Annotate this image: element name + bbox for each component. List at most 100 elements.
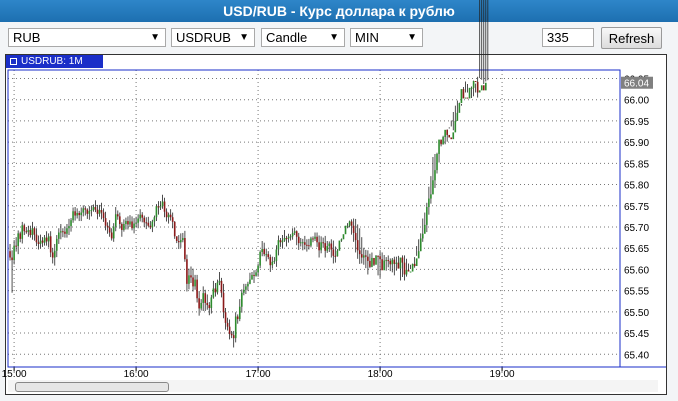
candle-down: [356, 240, 359, 251]
candle-up: [314, 236, 316, 239]
candle-up: [273, 260, 276, 262]
candle-down: [330, 243, 333, 250]
candle-down: [104, 218, 107, 226]
candle-down: [147, 222, 150, 226]
candle-up: [153, 217, 156, 222]
time-tick-label: 16:00: [124, 369, 149, 380]
time-tick-label: 19:00: [490, 369, 515, 380]
candle-down: [279, 240, 282, 243]
candle-down: [208, 305, 211, 309]
candle-up: [478, 90, 481, 93]
price-tick-label: 65.85: [624, 159, 649, 170]
candle-up: [338, 240, 341, 251]
candle-up: [326, 246, 329, 251]
candle-up: [243, 289, 245, 293]
candle-up: [421, 233, 424, 239]
candle-up: [200, 302, 202, 309]
candle-up: [320, 242, 322, 251]
candle-up: [472, 81, 475, 88]
candle-up: [125, 221, 127, 225]
candle-down: [198, 298, 200, 309]
candle-up: [383, 260, 385, 271]
candle-up: [395, 262, 398, 264]
candle-down: [131, 221, 133, 229]
candle-down: [236, 316, 239, 320]
candle-down: [15, 245, 17, 247]
candle-down: [173, 221, 176, 237]
candle-down: [41, 240, 44, 243]
candle-up: [39, 240, 42, 244]
candle-down: [149, 225, 152, 228]
candle-up: [255, 272, 257, 276]
candle-down: [29, 229, 32, 236]
candle-down: [466, 97, 469, 99]
candle-up: [470, 87, 473, 89]
candle-up: [129, 221, 131, 225]
candle-down: [94, 207, 97, 210]
candle-down: [141, 214, 144, 218]
candle-up: [80, 212, 83, 216]
candle-up: [137, 218, 139, 223]
candle-down: [365, 255, 367, 257]
candle-up: [98, 210, 101, 214]
candle-down: [381, 259, 383, 271]
candle-up: [112, 226, 115, 239]
candle-up: [348, 221, 351, 226]
candle-down: [224, 312, 227, 323]
candle-up: [151, 221, 154, 228]
candle-up: [17, 233, 19, 247]
candle-up: [265, 254, 268, 256]
price-tick-label: 66.00: [624, 96, 649, 107]
candle-down: [389, 260, 392, 265]
candle-down: [462, 89, 465, 99]
candle-up: [241, 292, 243, 307]
candle-down: [360, 254, 363, 258]
time-tick-label: 18:00: [368, 369, 393, 380]
candle-down: [226, 322, 229, 327]
candle-down: [440, 139, 442, 145]
candle-down: [106, 225, 109, 228]
candle-down: [19, 233, 22, 239]
candle-down: [86, 209, 89, 214]
candle-down: [448, 134, 451, 138]
candle-up: [82, 208, 85, 213]
candle-down: [476, 81, 479, 93]
price-tick-label: 65.90: [624, 138, 649, 149]
candle-up: [428, 198, 430, 208]
candle-up: [342, 234, 345, 240]
last-price-label: 66.04: [624, 79, 649, 90]
candle-down: [308, 245, 310, 247]
candle-up: [161, 201, 164, 207]
candle-down: [285, 238, 288, 240]
candle-down: [352, 225, 355, 233]
chart-label-tag: USDRUB: 1M: [6, 55, 103, 68]
candle-down: [269, 257, 272, 266]
candle-up: [464, 97, 467, 99]
candle-down: [206, 302, 209, 306]
candle-up: [405, 269, 408, 275]
candle-up: [257, 265, 259, 273]
candle-up: [409, 271, 412, 273]
candle-down: [35, 234, 38, 243]
candle-up: [375, 255, 377, 265]
candle-down: [100, 210, 103, 213]
candle-down: [324, 243, 326, 251]
plot-area-border: [7, 69, 621, 368]
candle-up: [202, 293, 205, 303]
candle-up: [210, 297, 213, 309]
candle-down: [49, 236, 52, 253]
candle-down: [190, 275, 192, 278]
candle-up: [340, 239, 343, 241]
candle-down: [33, 228, 36, 235]
candle-up: [417, 251, 420, 259]
candle-up: [452, 132, 455, 140]
candle-up: [310, 238, 312, 246]
candle-down: [25, 231, 28, 233]
candle-down: [318, 242, 320, 251]
scrollbar-thumb[interactable]: [15, 382, 169, 392]
candle-up: [289, 236, 292, 238]
candle-up: [133, 223, 135, 229]
candle-down: [403, 262, 406, 275]
candle-up: [31, 228, 34, 236]
candle-up: [419, 238, 422, 252]
